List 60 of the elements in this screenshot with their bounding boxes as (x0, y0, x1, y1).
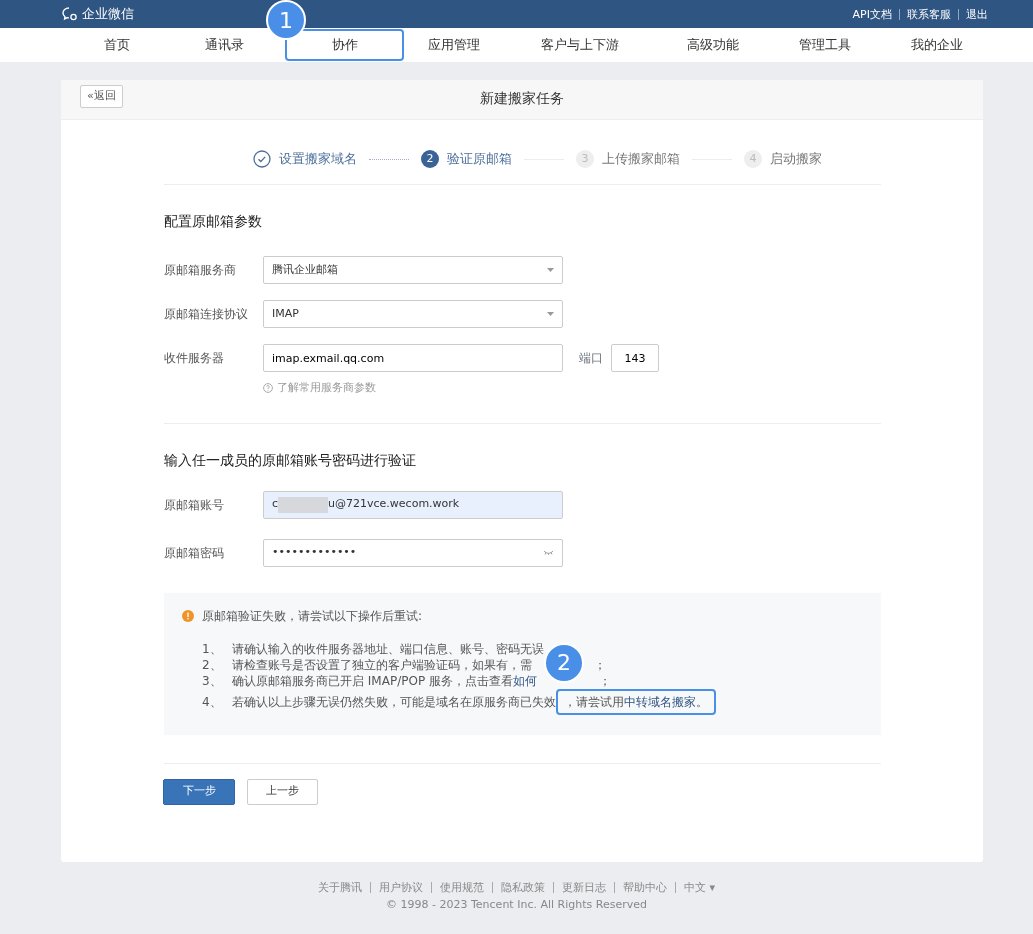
top-link[interactable]: API文档 (852, 8, 892, 20)
list-text: ； (594, 656, 606, 673)
field-label: 原邮箱服务商 (164, 262, 237, 279)
eye-closed-icon[interactable] (543, 550, 554, 555)
help-link[interactable]: 中转域名搬家 (624, 693, 696, 710)
list-number: 3、 (202, 672, 223, 689)
step-number: 2 (421, 150, 439, 168)
field-label: 原邮箱密码 (164, 544, 225, 562)
list-number: 2、 (202, 656, 223, 673)
field-label: 原邮箱连接协议 (164, 306, 249, 323)
page-title: 新建搬家任务 (480, 89, 564, 108)
list-text: ，请尝试用 (564, 693, 624, 710)
warning-icon (182, 609, 194, 622)
alert-title: 原邮箱验证失败，请尝试以下操作后重试: (202, 607, 423, 625)
field-label: 收件服务器 (164, 350, 225, 367)
step-label: 启动搬家 (770, 149, 822, 168)
previous-button[interactable]: 上一步 (247, 778, 318, 805)
nav-tab[interactable]: 首页 (70, 29, 164, 61)
copyright-text: © 1998 - 2023 Tencent Inc. All Rights Reserved (385, 897, 648, 913)
list-text: 请确认输入的收件服务器地址、端口信息、账号、密码无误 (232, 640, 544, 657)
section-title: 配置原邮箱参数 (164, 212, 263, 231)
caret-icon (547, 312, 554, 316)
next-button[interactable]: 下一步 (163, 778, 235, 805)
nav-tab[interactable]: 高级功能 (656, 29, 769, 61)
select-field[interactable]: 腾讯企业邮箱 (263, 256, 563, 284)
field-label: 原邮箱账号 (164, 496, 225, 514)
nav-tab[interactable]: 应用管理 (404, 29, 503, 61)
redaction-block (278, 496, 329, 513)
step-label: 设置搬家域名 (279, 149, 357, 168)
select-value: IMAP (272, 305, 299, 322)
list-text: 若确认以上步骤无误仍然失败，可能是域名在原服务商已失效 (232, 693, 556, 710)
callout-badge: 1 (266, 0, 306, 40)
list-number: 4、 (202, 693, 223, 710)
list-text: 确认原邮箱服务商已开启 IMAP/POP 服务，点击查看 (232, 672, 513, 689)
step-label: 上传搬家邮箱 (602, 149, 680, 168)
help-icon (263, 383, 273, 394)
logo-text: 企业微信 (82, 5, 134, 24)
input-field[interactable]: imap.exmail.qq.com (263, 344, 563, 372)
back-button[interactable]: «返回 (80, 85, 123, 108)
section-title: 输入任一成员的原邮箱账号密码进行验证 (164, 450, 417, 470)
list-text: 请检查账号是否设置了独立的客户端验证码，如果有，需 (232, 656, 532, 673)
step-label: 验证原邮箱 (447, 149, 512, 168)
list-number: 1、 (202, 640, 223, 657)
port-field[interactable]: 143 (611, 344, 659, 372)
nav-tab[interactable]: 我的企业 (880, 29, 993, 61)
help-link[interactable]: 如何 (512, 672, 537, 689)
top-link[interactable]: 联系客服 (899, 8, 951, 20)
callout-badge: 2 (544, 642, 584, 683)
caret-icon (547, 268, 554, 272)
nav-tab[interactable]: 管理工具 (768, 29, 881, 61)
logo-icon (62, 7, 78, 21)
field-label: 端口 (579, 350, 603, 367)
top-link[interactable]: 退出 (958, 8, 988, 20)
input-field[interactable]: c u@721vce.wecom.work (263, 490, 563, 519)
password-field[interactable]: ••••••••••••• (263, 538, 563, 567)
nav-tab[interactable]: 客户与上下游 (502, 29, 657, 61)
list-text: ； (598, 672, 611, 689)
select-value: 腾讯企业邮箱 (272, 261, 338, 278)
select-field[interactable]: IMAP (263, 300, 563, 328)
list-text: 。 (696, 693, 708, 710)
